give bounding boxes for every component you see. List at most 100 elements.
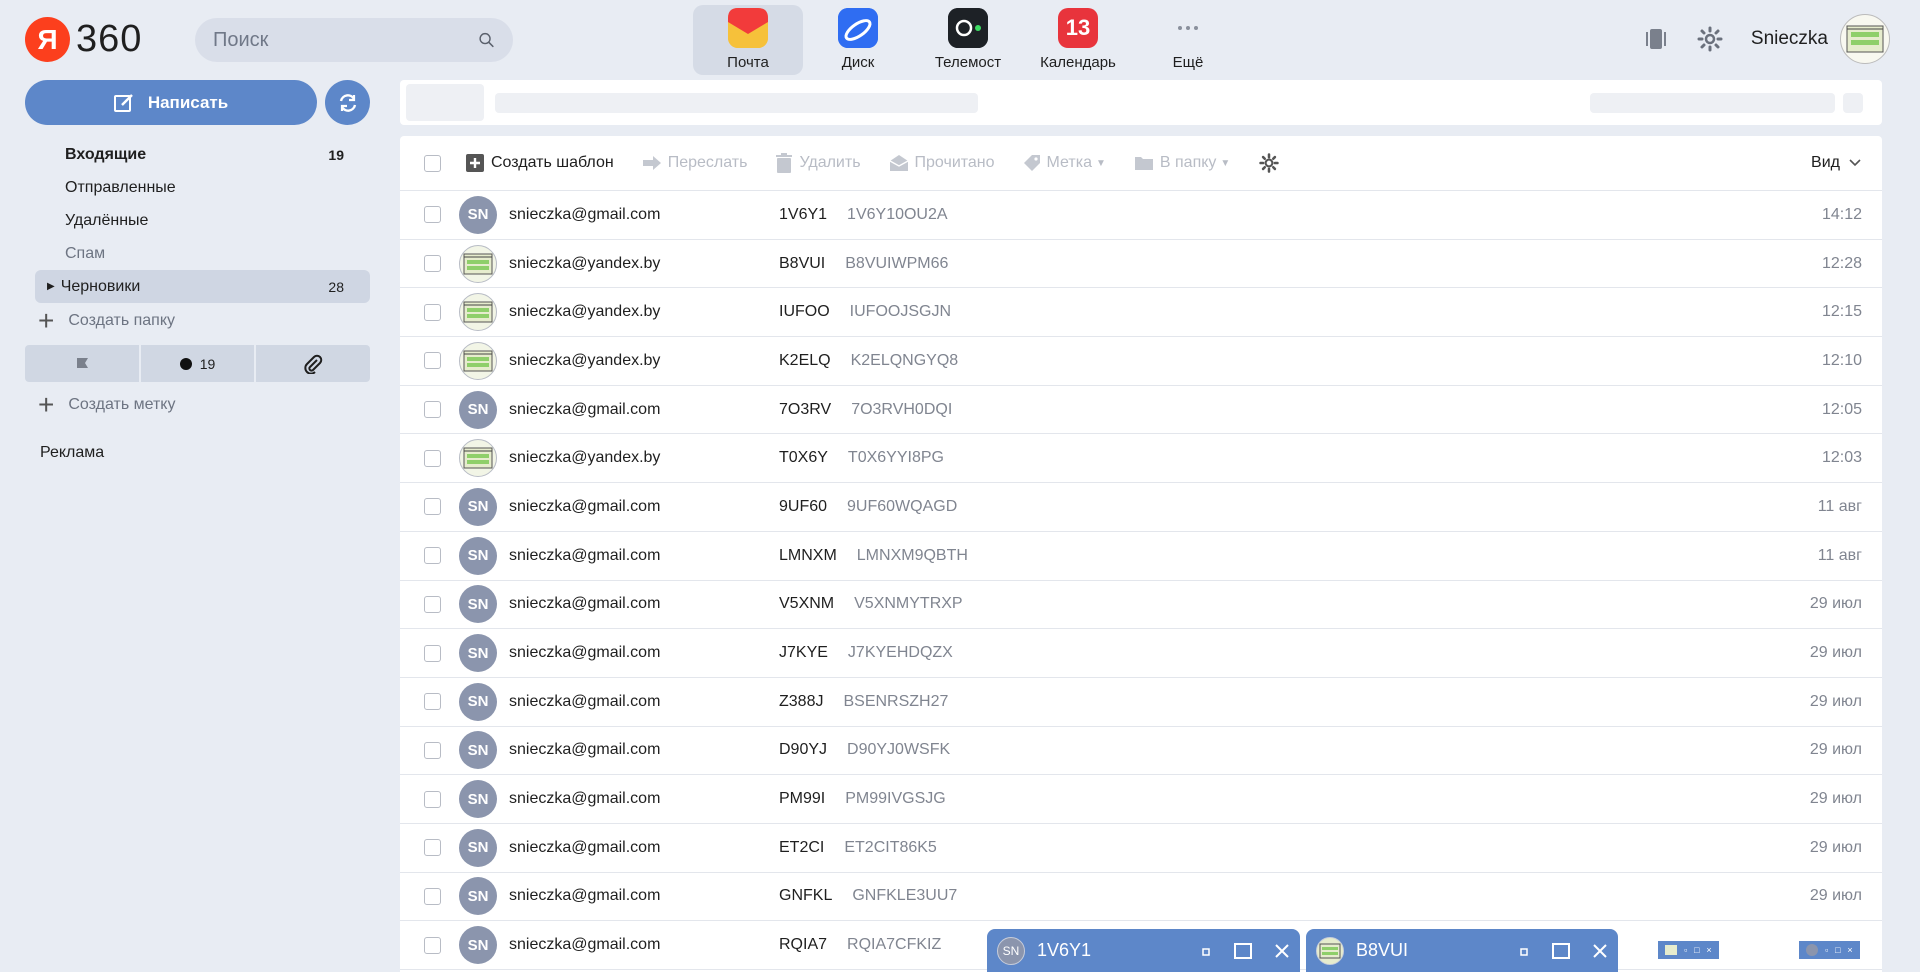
message-row[interactable]: SN snieczka@gmail.com V5XNM V5XNMYTRXP 29 ию… bbox=[400, 581, 1882, 630]
message-row[interactable]: SN snieczka@gmail.com Z388J BSENRSZH27 29 ию… bbox=[400, 678, 1882, 727]
message-checkbox[interactable] bbox=[424, 547, 441, 565]
folder-drafts[interactable]: ▶ Черновики 28 bbox=[35, 270, 370, 303]
message-date: 29 июл bbox=[1809, 741, 1862, 759]
message-subject: ET2CI bbox=[779, 838, 825, 856]
message-row[interactable]: snieczka@yandex.by B8VUI B8VUIWPM66 12:28 bbox=[400, 240, 1882, 289]
settings-gear-icon[interactable] bbox=[1697, 26, 1723, 52]
user-avatar[interactable] bbox=[1840, 14, 1890, 64]
sender-avatar[interactable]: SN bbox=[459, 195, 497, 234]
expand-triangle-icon[interactable]: ▶ bbox=[47, 281, 55, 292]
filter-flagged[interactable] bbox=[25, 345, 141, 382]
create-folder-link[interactable]: + Создать папку bbox=[38, 305, 175, 337]
minimize-icon: ▫ bbox=[1684, 945, 1688, 955]
message-row[interactable]: SN snieczka@gmail.com J7KYE J7KYEHDQZX 29 ию… bbox=[400, 629, 1882, 678]
message-checkbox[interactable] bbox=[424, 839, 441, 857]
folder-spam[interactable]: Спам bbox=[35, 237, 370, 270]
minimized-draft-tab[interactable]: ▫ □ × bbox=[1658, 941, 1719, 959]
minimize-icon[interactable] bbox=[1520, 946, 1530, 956]
sender-avatar-image[interactable] bbox=[459, 439, 497, 478]
message-checkbox[interactable] bbox=[424, 595, 441, 613]
message-row[interactable]: snieczka@yandex.by T0X6Y T0X6YYI8PG 12:03 bbox=[400, 434, 1882, 484]
compact-mode-icon[interactable] bbox=[1643, 26, 1669, 52]
sender-avatar-image[interactable] bbox=[459, 244, 497, 283]
draft-tab[interactable]: SN 1V6Y1 bbox=[987, 929, 1300, 972]
label-dropdown[interactable]: Метка ▼ bbox=[1023, 154, 1106, 172]
minimize-icon[interactable] bbox=[1202, 946, 1212, 956]
app-disk[interactable]: Диск bbox=[803, 5, 913, 75]
message-checkbox[interactable] bbox=[424, 255, 441, 273]
message-row[interactable]: SN snieczka@gmail.com 7O3RV 7O3RVH0DQI 12:05 bbox=[400, 386, 1882, 435]
sender-avatar[interactable]: SN bbox=[459, 877, 497, 916]
draft-tab[interactable]: B8VUI bbox=[1306, 929, 1618, 972]
folder-count: 28 bbox=[328, 278, 344, 295]
delete-button[interactable]: Удалить bbox=[775, 153, 861, 173]
app-telemost[interactable]: Телемост bbox=[913, 5, 1023, 75]
close-icon[interactable] bbox=[1592, 943, 1608, 959]
refresh-button[interactable] bbox=[325, 80, 370, 125]
sender-avatar[interactable]: SN bbox=[459, 926, 497, 965]
sender-email: snieczka@gmail.com bbox=[509, 838, 661, 856]
app-mail[interactable]: Почта bbox=[693, 5, 803, 75]
select-all-checkbox[interactable] bbox=[424, 154, 441, 172]
message-row[interactable]: SN snieczka@gmail.com GNFKL GNFKLE3UU7 29 ию… bbox=[400, 873, 1882, 922]
yandex-360-logo[interactable]: Я 360 bbox=[25, 17, 142, 62]
search-input[interactable] bbox=[213, 28, 478, 52]
message-row[interactable]: SN snieczka@gmail.com LMNXM LMNXM9QBTH 11 ав… bbox=[400, 532, 1882, 581]
message-checkbox[interactable] bbox=[424, 498, 441, 516]
message-checkbox[interactable] bbox=[424, 449, 441, 467]
message-row[interactable]: SN snieczka@gmail.com PM99I PM99IVGSJG 29 ию… bbox=[400, 775, 1882, 824]
sender-avatar[interactable]: SN bbox=[459, 682, 497, 721]
sender-email: snieczka@yandex.by bbox=[509, 254, 661, 272]
move-to-folder-dropdown[interactable]: В папку ▼ bbox=[1134, 154, 1230, 172]
message-row[interactable]: snieczka@yandex.by IUFOO IUFOOJSGJN 12:15 bbox=[400, 288, 1882, 338]
message-checkbox[interactable] bbox=[424, 693, 441, 711]
search-icon[interactable] bbox=[478, 29, 495, 51]
sender-avatar[interactable]: SN bbox=[459, 634, 497, 673]
message-row[interactable]: SN snieczka@gmail.com ET2CI ET2CIT86K5 29 ию… bbox=[400, 824, 1882, 873]
search-box[interactable] bbox=[195, 18, 513, 62]
folder-sent[interactable]: Отправленные bbox=[35, 171, 370, 204]
sender-avatar[interactable]: SN bbox=[459, 585, 497, 624]
toolbar-settings-button[interactable] bbox=[1258, 152, 1286, 174]
message-checkbox[interactable] bbox=[424, 644, 441, 662]
app-calendar[interactable]: 13 Календарь bbox=[1023, 5, 1133, 75]
sender-avatar-image[interactable] bbox=[459, 293, 497, 332]
maximize-icon[interactable] bbox=[1234, 942, 1252, 959]
app-more[interactable]: Ещё bbox=[1133, 5, 1243, 75]
forward-button[interactable]: Переслать bbox=[642, 154, 747, 172]
sender-avatar[interactable]: SN bbox=[459, 780, 497, 819]
close-icon[interactable] bbox=[1274, 943, 1290, 959]
message-row[interactable]: SN snieczka@gmail.com D90YJ D90YJ0WSFK 29 ию… bbox=[400, 727, 1882, 776]
create-template-button[interactable]: Создать шаблон bbox=[465, 153, 614, 173]
folder-deleted[interactable]: Удалённые bbox=[35, 204, 370, 237]
mark-read-button[interactable]: Прочитано bbox=[889, 154, 995, 172]
sender-avatar[interactable]: SN bbox=[459, 536, 497, 575]
message-checkbox[interactable] bbox=[424, 741, 441, 759]
compose-button[interactable]: Написать bbox=[25, 80, 317, 125]
logo-letter: Я bbox=[25, 17, 70, 62]
sender-avatar-image[interactable] bbox=[459, 341, 497, 380]
message-checkbox[interactable] bbox=[424, 401, 441, 419]
message-checkbox[interactable] bbox=[424, 303, 441, 321]
sender-avatar[interactable]: SN bbox=[459, 390, 497, 429]
folder-inbox[interactable]: Входящие 19 bbox=[35, 138, 370, 171]
minimized-draft-tab[interactable]: ▫ □ × bbox=[1799, 941, 1860, 959]
username[interactable]: Snieczka bbox=[1751, 28, 1828, 50]
sender-avatar[interactable]: SN bbox=[459, 828, 497, 867]
view-dropdown[interactable]: Вид bbox=[1811, 154, 1862, 172]
sender-avatar[interactable]: SN bbox=[459, 731, 497, 770]
message-checkbox[interactable] bbox=[424, 352, 441, 370]
filter-unread[interactable]: 19 bbox=[140, 345, 257, 382]
create-label-link[interactable]: + Создать метку bbox=[38, 389, 175, 421]
sender-avatar[interactable]: SN bbox=[459, 487, 497, 526]
maximize-icon[interactable] bbox=[1552, 942, 1570, 959]
message-row[interactable]: snieczka@yandex.by K2ELQ K2ELQNGYQ8 12:10 bbox=[400, 337, 1882, 386]
message-checkbox[interactable] bbox=[424, 790, 441, 808]
close-icon: × bbox=[1706, 945, 1712, 955]
message-row[interactable]: SN snieczka@gmail.com 9UF60 9UF60WQAGD 11 ав… bbox=[400, 483, 1882, 532]
message-checkbox[interactable] bbox=[424, 936, 441, 954]
filter-attachments[interactable] bbox=[256, 345, 371, 382]
message-checkbox[interactable] bbox=[424, 887, 441, 905]
message-checkbox[interactable] bbox=[424, 206, 441, 224]
message-row[interactable]: SN snieczka@gmail.com 1V6Y1 1V6Y10OU2A 14:12 bbox=[400, 191, 1882, 240]
